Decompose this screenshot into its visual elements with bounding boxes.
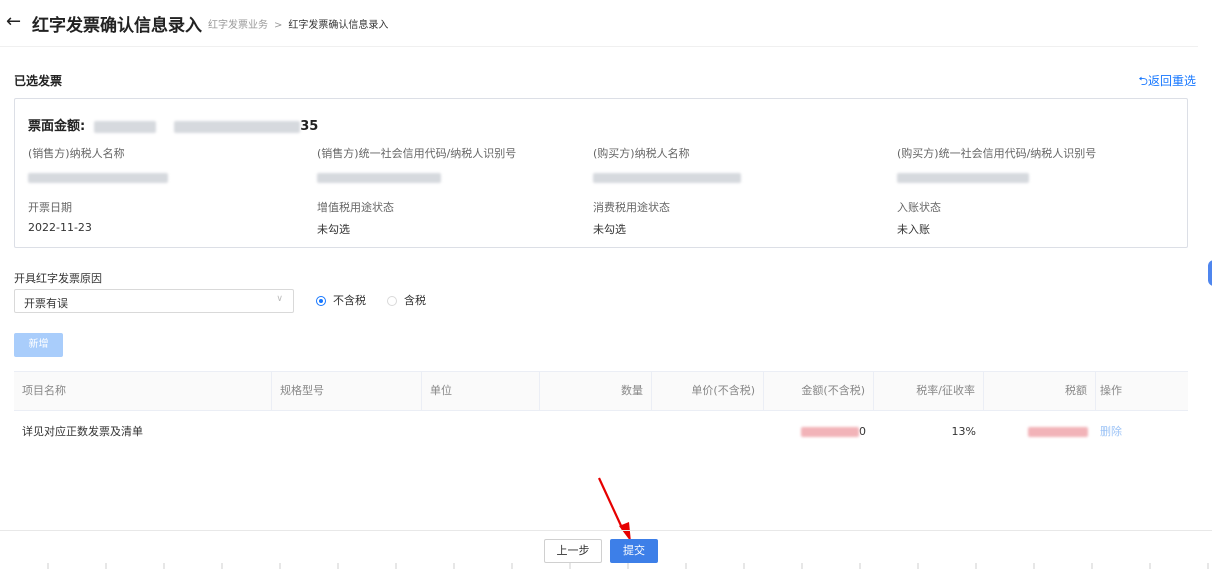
col-spec: 规格型号 — [272, 372, 422, 410]
scrollbar-handle[interactable] — [1208, 260, 1212, 286]
seller-name-value — [28, 171, 168, 184]
seller-id-value — [317, 171, 441, 184]
col-quantity: 数量 — [540, 372, 652, 410]
col-action: 操作 — [1100, 384, 1122, 397]
footer-bar: 上一步 提交 — [0, 530, 1212, 569]
redacted-amount — [93, 120, 156, 133]
previous-step-button[interactable]: 上一步 — [544, 539, 602, 563]
reason-select[interactable]: 开票有误 ∨ — [14, 289, 294, 313]
seller-name-label: (销售方)纳税人名称 — [28, 147, 125, 160]
row-tax — [984, 411, 1096, 453]
main-content: 已选发票 ⮌返回重选 票面金额: 35 (销售方)纳税人名称 (销售方)统一社会… — [0, 46, 1198, 531]
breadcrumb-separator: > — [274, 20, 283, 31]
seller-id-label: (销售方)统一社会信用代码/纳税人识别号 — [317, 147, 517, 160]
amount-label: 票面金额: — [28, 119, 86, 134]
redacted-invoice-number — [174, 120, 301, 133]
buyer-name-label: (购买方)纳税人名称 — [593, 147, 690, 160]
breadcrumb-item-current: 红字发票确认信息录入 — [288, 20, 389, 31]
col-tax-rate: 税率/征收率 — [874, 372, 984, 410]
radio-unchecked-icon — [387, 296, 397, 306]
col-unit: 单位 — [422, 372, 540, 410]
entry-status-label: 入账状态 — [897, 201, 941, 214]
breadcrumb-item-red-invoice[interactable]: 红字发票业务 — [208, 20, 268, 31]
consumption-tax-label: 消费税用途状态 — [593, 201, 670, 214]
undo-icon: ⮌ — [1138, 74, 1148, 88]
scrollbar-track[interactable] — [1198, 46, 1212, 530]
page-title: 红字发票确认信息录入 — [32, 16, 202, 36]
issue-date-label: 开票日期 — [28, 201, 72, 214]
buyer-id-label: (购买方)统一社会信用代码/纳税人识别号 — [897, 147, 1097, 160]
buyer-name-value — [593, 171, 741, 184]
col-item-name: 项目名称 — [14, 372, 272, 410]
reselect-label: 返回重选 — [1147, 74, 1196, 88]
chevron-down-icon: ∨ — [276, 294, 283, 304]
table-row: 详见对应正数发票及清单 0 13% 删除 — [14, 411, 1188, 453]
row-amount: 0 — [764, 411, 874, 453]
col-unit-price: 单价(不含税) — [652, 372, 764, 410]
annotation-arrow-line — [598, 477, 624, 531]
table-header: 项目名称 规格型号 单位 数量 单价(不含税) 金额(不含税) 税率/征收率 税… — [14, 371, 1188, 411]
row-amount-tail: 0 — [859, 425, 866, 438]
entry-status-value: 未入账 — [897, 223, 930, 236]
reason-select-value: 开票有误 — [24, 297, 68, 310]
col-tax: 税额 — [984, 372, 1096, 410]
reselect-link[interactable]: ⮌返回重选 — [1138, 72, 1196, 93]
radio-tax-inclusive-label: 含税 — [404, 294, 426, 307]
row-item-name: 详见对应正数发票及清单 — [22, 425, 143, 438]
issue-date-value: 2022-11-23 — [28, 221, 92, 234]
items-table: 项目名称 规格型号 单位 数量 单价(不含税) 金额(不含税) 税率/征收率 税… — [14, 371, 1188, 453]
radio-tax-exclusive-label: 不含税 — [333, 294, 366, 307]
selected-invoice-title: 已选发票 — [14, 74, 63, 88]
add-button[interactable]: 新增 — [14, 333, 63, 357]
vat-usage-value: 未勾选 — [317, 223, 350, 236]
consumption-tax-value: 未勾选 — [593, 223, 626, 236]
radio-checked-icon — [316, 296, 326, 306]
invoice-card: 票面金额: 35 (销售方)纳税人名称 (销售方)统一社会信用代码/纳税人识别号… — [14, 98, 1188, 248]
reason-label: 开具红字发票原因 — [14, 272, 102, 285]
vat-usage-label: 增值税用途状态 — [317, 201, 394, 214]
radio-tax-exclusive[interactable]: 不含税 — [316, 292, 366, 308]
breadcrumb: 红字发票业务 > 红字发票确认信息录入 — [208, 16, 388, 31]
invoice-amount-row: 票面金额: 35 — [28, 115, 318, 134]
buyer-id-value — [897, 171, 1029, 184]
page-header: ← 红字发票确认信息录入 红字发票业务 > 红字发票确认信息录入 — [0, 0, 1212, 46]
submit-button[interactable]: 提交 — [610, 539, 658, 563]
radio-tax-inclusive[interactable]: 含税 — [387, 292, 426, 308]
back-arrow-icon[interactable]: ← — [6, 11, 21, 32]
invoice-number-tail: 35 — [300, 119, 319, 134]
col-amount: 金额(不含税) — [764, 372, 874, 410]
delete-link[interactable]: 删除 — [1096, 411, 1188, 453]
row-tax-rate: 13% — [951, 425, 976, 438]
footer-ruler — [47, 563, 1209, 569]
